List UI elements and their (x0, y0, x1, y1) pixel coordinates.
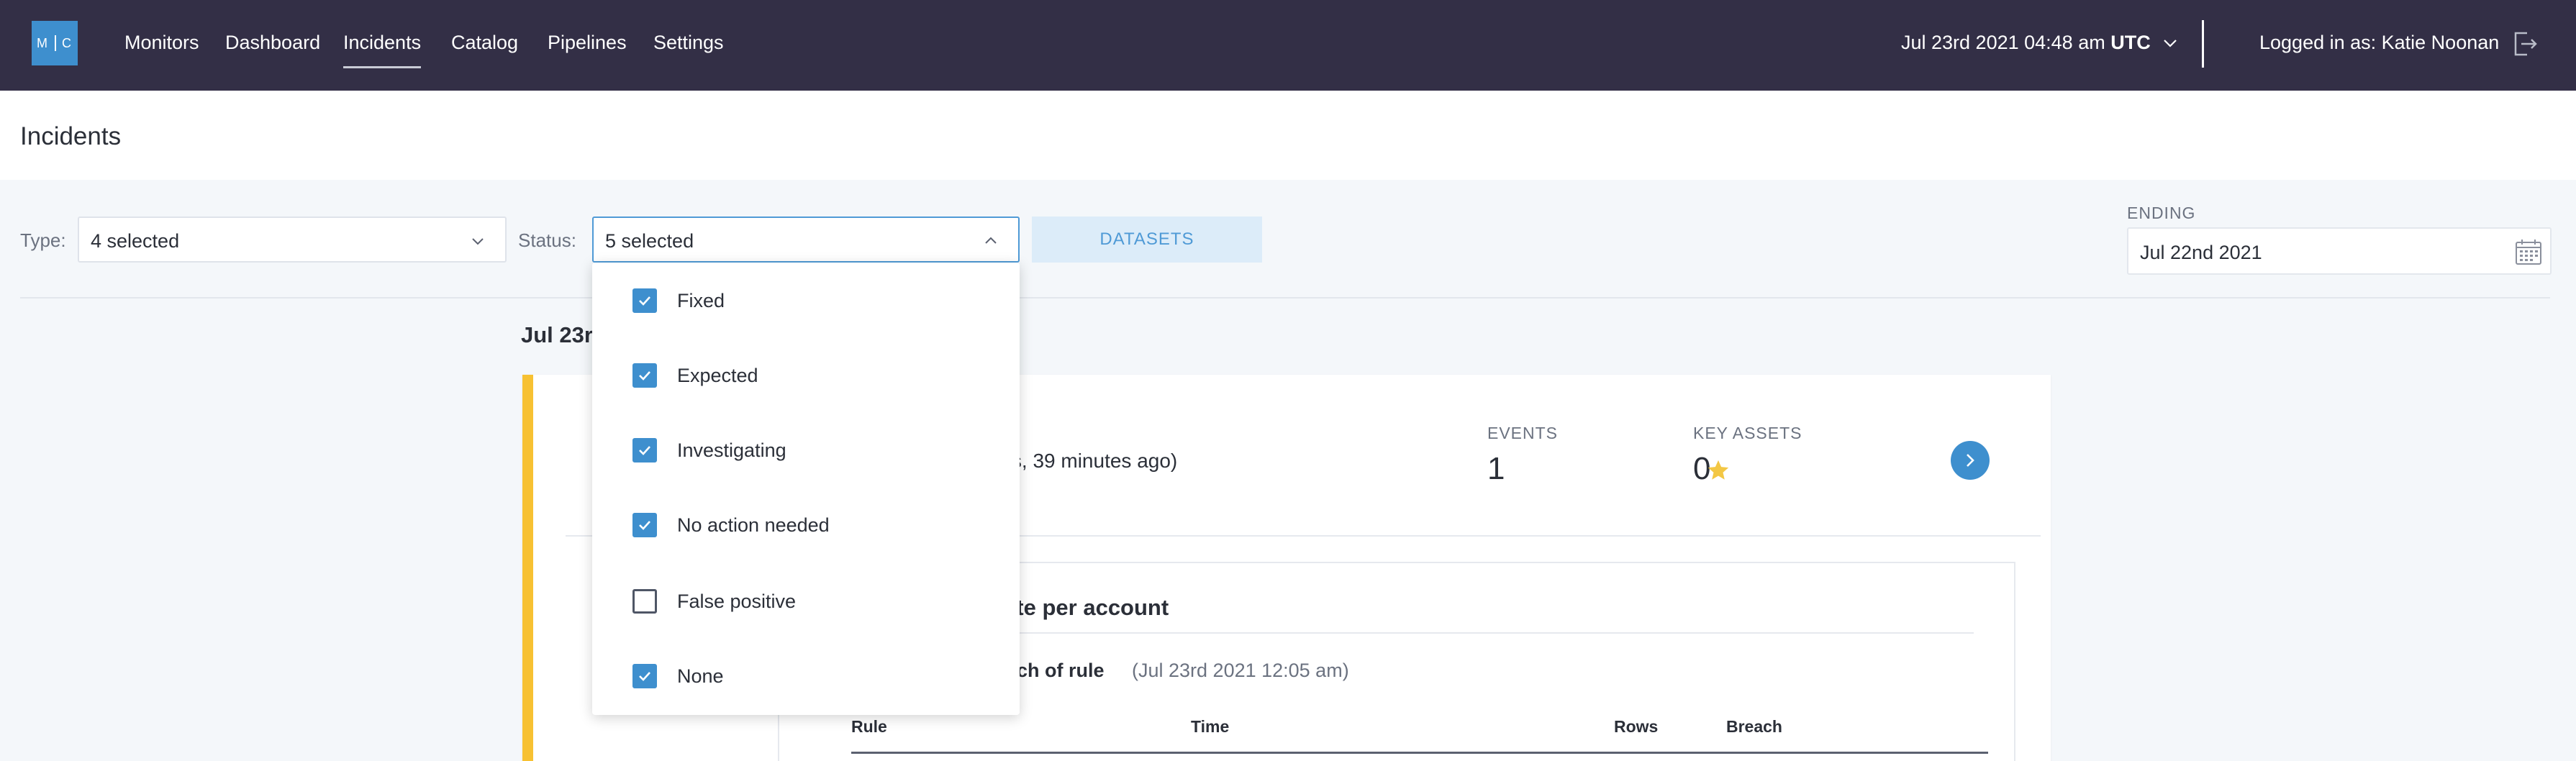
status-option-fixed[interactable]: Fixed (632, 286, 725, 315)
type-filter-label: Type: (20, 229, 66, 251)
datasets-button[interactable]: DATASETS (1032, 217, 1262, 263)
chevron-down-icon[interactable] (2162, 35, 2179, 52)
status-option-investigating[interactable]: Investigating (632, 436, 786, 465)
app-logo[interactable]: M C (32, 21, 78, 65)
logo-letter-m: M (37, 35, 49, 50)
status-dropdown-menu: Fixed Expected Investigating No action n… (592, 263, 1020, 715)
status-filter-value: 5 selected (605, 230, 694, 252)
nav-monitors[interactable]: Monitors (124, 32, 199, 54)
status-option-label: False positive (677, 590, 797, 612)
table-header-underline (851, 752, 1988, 754)
ending-date-input[interactable]: Jul 22nd 2021 (2127, 227, 2552, 275)
events-label: EVENTS (1487, 424, 1559, 442)
chevron-down-icon (472, 238, 484, 245)
status-option-label: Fixed (677, 289, 725, 311)
current-datetime[interactable]: Jul 23rd 2021 04:48 am UTC (1901, 32, 2151, 54)
nav-incidents[interactable]: Incidents (343, 32, 422, 68)
status-filter-label: Status: (518, 229, 576, 251)
checkbox-checked[interactable] (632, 363, 657, 388)
table-header-time: Time (1191, 717, 1230, 736)
star-icon (1707, 460, 1729, 480)
ending-date-value: Jul 22nd 2021 (2140, 242, 2262, 263)
open-incident-button[interactable] (1951, 441, 1990, 480)
check-icon (639, 446, 650, 455)
status-option-no-action-needed[interactable]: No action needed (632, 511, 830, 539)
incident-date-heading: Jul 23r (521, 322, 593, 347)
datetime-value: Jul 23rd 2021 04:48 am (1901, 32, 2105, 53)
timezone-label: UTC (2110, 32, 2151, 53)
type-filter-value: 4 selected (91, 230, 180, 252)
page-header: Incidents (0, 91, 2576, 180)
nav-pipelines[interactable]: Pipelines (548, 32, 627, 54)
check-icon (639, 672, 650, 681)
logged-in-user: Logged in as: Katie Noonan (2259, 32, 2500, 53)
key-assets-label: KEY ASSETS (1693, 424, 1802, 442)
status-option-none[interactable]: None (632, 662, 724, 691)
table-header-breach: Breach (1726, 717, 1782, 736)
checkbox-checked[interactable] (632, 513, 657, 537)
top-nav-bar: M C Monitors Dashboard Incidents Catalog… (0, 0, 2576, 91)
event-title: rate per account (995, 595, 1169, 620)
page-title: Incidents (20, 122, 122, 150)
status-option-label: None (677, 665, 724, 687)
checkbox-checked[interactable] (632, 438, 657, 462)
events-value: 1 (1487, 451, 1505, 486)
status-option-label: Investigating (677, 439, 786, 461)
table-header-rule: Rule (851, 717, 887, 736)
nav-catalog[interactable]: Catalog (451, 32, 518, 54)
type-filter-select[interactable]: 4 selected (78, 217, 507, 263)
event-time: (Jul 23rd 2021 12:05 am) (1132, 660, 1349, 681)
status-option-label: Expected (677, 364, 758, 386)
incident-relative-time: urs, 39 minutes ago) (994, 450, 1178, 472)
filters-divider (20, 297, 2550, 299)
status-option-label: No action needed (677, 514, 830, 536)
nav-dashboard[interactable]: Dashboard (225, 32, 320, 54)
nav-divider (2202, 20, 2204, 68)
status-option-expected[interactable]: Expected (632, 361, 758, 390)
status-filter-select[interactable]: 5 selected (592, 217, 1020, 263)
ending-date-label: ENDING (2127, 204, 2196, 222)
nav-settings[interactable]: Settings (653, 32, 724, 54)
calendar-icon[interactable] (2514, 237, 2543, 266)
chevron-right-icon (1967, 454, 1974, 467)
logout-icon[interactable] (2510, 29, 2540, 59)
checkbox-unchecked[interactable] (632, 589, 657, 614)
table-header-rows: Rows (1614, 717, 1659, 736)
checkbox-checked[interactable] (632, 664, 657, 688)
check-icon (639, 371, 650, 380)
logo-divider (55, 35, 56, 51)
logo-letter-c: C (62, 35, 73, 50)
check-icon (639, 521, 650, 530)
checkbox-checked[interactable] (632, 288, 657, 313)
check-icon (639, 296, 650, 306)
chevron-up-icon (985, 237, 997, 244)
status-option-false-positive[interactable]: False positive (632, 587, 796, 616)
